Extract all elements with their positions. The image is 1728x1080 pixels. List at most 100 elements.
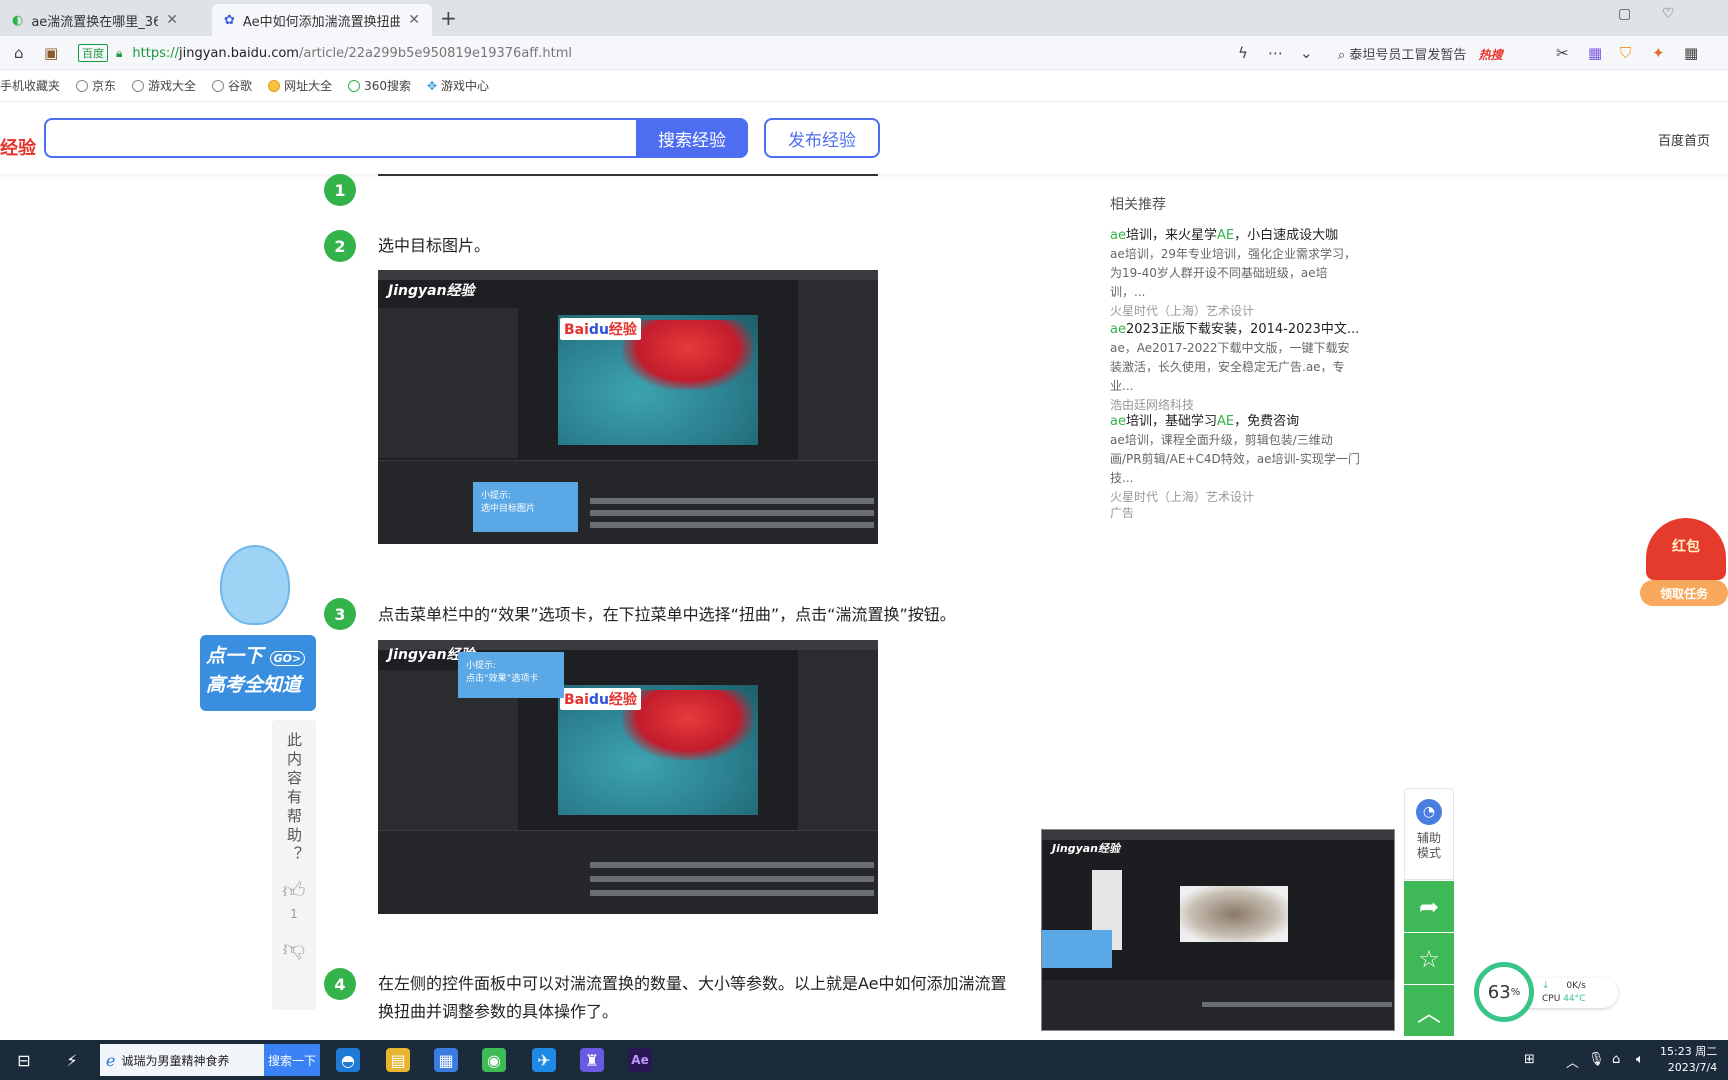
red-packet-title: 红包 (1646, 518, 1726, 580)
bookmark-game-all[interactable]: 游戏大全 (132, 77, 196, 94)
bookmark-url-all[interactable]: 网址大全 (268, 77, 332, 94)
task-view-icon[interactable]: ⊟ (12, 1048, 36, 1072)
red-packet-widget[interactable]: 红包 领取任务 (1640, 518, 1728, 610)
new-tab-button[interactable]: + (440, 6, 457, 30)
promo-card: 点一下 GO> 高考全知道 (200, 635, 316, 711)
bookmark-game-center[interactable]: ✥ 游戏中心 (427, 77, 489, 94)
shield-icon[interactable]: ⛉ (1620, 44, 1631, 62)
ae-menu-bar (378, 270, 878, 280)
floating-video-player[interactable]: Jingyan经验 (1041, 829, 1395, 1031)
bookmark-jd[interactable]: 京东 (76, 77, 116, 94)
go-badge: GO> (269, 651, 306, 666)
tab-count-icon[interactable]: ▢ (1618, 6, 1631, 22)
close-tab-icon[interactable]: ✕ (166, 12, 178, 28)
taskbar-clock[interactable]: 15:23 周二 2023/7/4 (1660, 1044, 1717, 1076)
recommendation-item[interactable]: ae培训，基础学习AE，免费咨询 ae培训，课程全面升级，剪辑包装/三维动画/P… (1110, 412, 1360, 507)
assist-mode-button[interactable]: ◔ 辅助 模式 (1404, 788, 1454, 880)
shirt-skin-icon[interactable]: ♡ (1662, 6, 1675, 22)
after-effects-icon[interactable]: Ae (628, 1048, 652, 1072)
volume-icon[interactable]: 🔈︎ (1636, 1052, 1644, 1067)
tab-jingyan[interactable]: ✿ Ae中如何添加湍流置换扭曲并 ✕ (212, 4, 432, 36)
claim-task-button[interactable]: 领取任务 (1640, 580, 1728, 606)
home-icon[interactable]: ⌂ (14, 44, 24, 62)
file-explorer-icon[interactable]: ▤ (386, 1048, 410, 1072)
feishu-icon[interactable]: ✈ (532, 1048, 556, 1072)
bookmark-google[interactable]: 谷歌 (212, 77, 252, 94)
search-experience-button[interactable]: 搜索经验 (636, 118, 748, 158)
baidu-jingyan-logo: Baidu经验 (560, 688, 641, 710)
jingyan-text: 经验 (608, 322, 637, 338)
tip-title: 小提示: (466, 661, 497, 671)
hot-search-badge: 热搜 (1478, 48, 1503, 62)
flower-image (623, 690, 753, 760)
back-to-top-icon[interactable]: ︿ (1404, 984, 1454, 1036)
publish-experience-button[interactable]: 发布经验 (764, 118, 880, 158)
promo-line1: 点一下 (206, 645, 264, 667)
ae-effects-panel (798, 280, 878, 460)
timeline-track (1202, 1002, 1392, 1007)
url-path: /article/22a299b5e950819e19376aff.html (298, 45, 572, 61)
bookmarks-bar: 手机收藏夹 京东 游戏大全 谷歌 网址大全 360搜索 ✥ 游戏中心 (0, 70, 1728, 102)
scissors-icon[interactable]: ✂ (1556, 44, 1569, 62)
ae-menu-bar (1042, 830, 1394, 840)
bookmark-360-search[interactable]: 360搜索 (348, 77, 411, 94)
assistant-icon[interactable]: ⚡︎ (60, 1048, 84, 1072)
step-2-screenshot[interactable]: Jingyan经验 Baidu经验 小提示: 选中目标图片 (378, 270, 878, 544)
network-icon[interactable]: ⌂ (1612, 1052, 1620, 1067)
url-field[interactable]: 百度 🔒︎ https:// jingyan.baidu.com /articl… (78, 40, 1238, 66)
extension-icon[interactable]: ▦ (1588, 44, 1602, 62)
like-count: 1 (290, 907, 298, 921)
recommendation-item[interactable]: ae培训，来火星学AE，小白速成设大咖 ae培训，29年专业培训，强化企业需求学… (1110, 226, 1360, 321)
star-icon[interactable]: ☆ (1404, 932, 1454, 984)
step-1-badge: 1 (324, 174, 356, 206)
recommendation-source: 火星时代（上海）艺术设计 (1110, 490, 1255, 504)
address-bar: ⌂ ▣ 百度 🔒︎ https:// jingyan.baidu.com /ar… (0, 36, 1728, 70)
briefcase-icon[interactable]: ▣ (44, 44, 58, 62)
tray-expand-icon[interactable]: ︿ (1566, 1052, 1579, 1071)
game-icon[interactable]: ✦ (1652, 44, 1665, 62)
search-input[interactable] (44, 118, 636, 158)
app-icon[interactable]: ♜ (580, 1048, 604, 1072)
close-tab-icon[interactable]: ✕ (408, 12, 420, 28)
globe-icon (268, 79, 281, 92)
clock-date: 2023/7/4 (1667, 1061, 1718, 1074)
share-icon[interactable]: ➦ (1404, 880, 1454, 932)
step-3-text: 点击菜单栏中的“效果”选项卡，在下拉菜单中选择“扭曲”，点击“湍流置换”按钮。 (378, 605, 956, 624)
apps-grid-icon[interactable]: ▦ (1684, 44, 1698, 62)
edge-icon[interactable]: ◓ (336, 1048, 360, 1072)
site-logo[interactable]: 经验 (0, 134, 36, 160)
lock-icon: 🔒︎ (116, 45, 123, 60)
360-browser-icon[interactable]: ◉ (482, 1048, 506, 1072)
assist-mode-icon: ◔ (1416, 799, 1442, 825)
360-icon: ◐ (12, 12, 24, 28)
thumbs-up-icon[interactable]: 👍︎ (283, 881, 306, 903)
taskbar-browser-search[interactable]: ℯ 诚瑞为男童精神食养 (100, 1044, 264, 1076)
step-3-screenshot[interactable]: Jingyan经验 Baidu经验 小提示: 点击“效果”选项卡 (378, 640, 878, 914)
recommendation-item[interactable]: ae2023正版下载安装，2014-2023中文... ae，Ae2017-20… (1110, 320, 1360, 415)
globe-icon (132, 79, 145, 92)
tip-box (1042, 930, 1112, 968)
baidu-home-link[interactable]: 百度首页 (1658, 130, 1710, 149)
du-text: du (588, 322, 609, 338)
hot-search-box[interactable]: ⌕ 泰坦号员工冒发暂告 热搜 (1338, 44, 1503, 63)
prev-image-bottom-edge (378, 174, 878, 176)
url-host: jingyan.baidu.com (179, 45, 299, 61)
tip-body: 点击“效果”选项卡 (466, 674, 539, 684)
title-part: 2023正版下载安装，2014-2023中文... (1125, 322, 1360, 337)
gaokao-promo-widget[interactable]: 点一下 GO> 高考全知道 (200, 545, 318, 711)
input-method-icon[interactable]: ⊞ (1524, 1052, 1535, 1067)
lightning-icon[interactable]: ϟ (1238, 44, 1248, 62)
thumbs-down-icon[interactable]: 👎︎ (283, 939, 305, 961)
microphone-icon[interactable]: 🎙︎ (1588, 1052, 1605, 1067)
tab-360-search[interactable]: ◐ ae湍流置换在哪里_360搜索 ✕ (0, 4, 190, 36)
recommendation-desc: ae培训，课程全面升级，剪辑包装/三维动画/PR剪辑/AE+C4D特效，ae培训… (1110, 433, 1360, 485)
store-icon[interactable]: ▦ (434, 1048, 458, 1072)
more-icon[interactable]: ⋯ (1268, 44, 1283, 62)
system-monitor-widget[interactable]: ↓ 0K/s CPU 44°C 63% (1474, 962, 1622, 1022)
tip-title: 小提示: (481, 491, 512, 501)
percent-unit: % (1510, 986, 1521, 998)
taskbar-search-button[interactable]: 搜索一下 (264, 1044, 320, 1076)
bookmark-mobile-favorites[interactable]: 手机收藏夹 (0, 77, 60, 94)
timeline-track (590, 522, 874, 528)
chevron-down-icon[interactable]: ⌄ (1300, 44, 1313, 62)
